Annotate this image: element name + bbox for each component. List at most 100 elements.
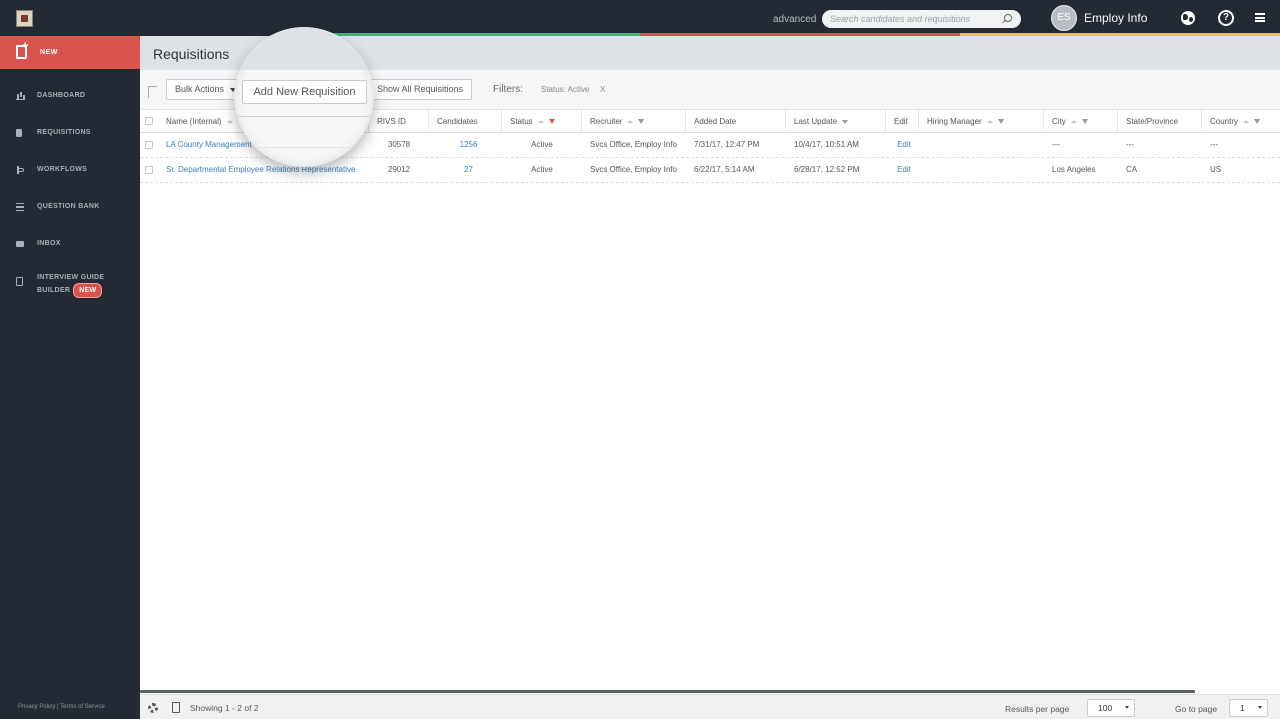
chevron-down-icon <box>1258 706 1262 709</box>
candidates-link[interactable]: 1256 <box>429 133 508 157</box>
showing-count: Showing 1 - 2 of 2 <box>190 703 259 713</box>
sidebar-item-inbox[interactable]: INBOX <box>0 234 140 256</box>
column-header-rivs-id[interactable]: RIVS ID <box>369 110 429 133</box>
column-header-last-update[interactable]: Last Update <box>786 110 886 133</box>
filters-label: Filters: <box>493 84 523 95</box>
filter-active-icon[interactable] <box>548 119 555 125</box>
add-new-requisition-button-magnified[interactable]: Add New Requisition <box>242 80 367 104</box>
recruiter-cell: Svcs Office, Employ Info <box>590 165 677 174</box>
new-button[interactable]: NEW <box>0 36 140 69</box>
filter-icon[interactable] <box>638 119 645 125</box>
show-all-label: Show All Requisitions <box>377 84 464 94</box>
recruiter-cell: Svcs Office, Employ Info <box>590 140 677 149</box>
horizontal-scrollbar[interactable] <box>140 690 1195 693</box>
results-per-page-select[interactable]: 100 <box>1087 699 1135 717</box>
column-label: Added Date <box>694 117 737 126</box>
state-cell: CA <box>1126 165 1138 174</box>
export-icon[interactable] <box>172 702 180 713</box>
column-label: City <box>1052 117 1066 126</box>
filter-icon[interactable] <box>997 119 1004 125</box>
last-update-cell: 6/28/17, 12:52 PM <box>794 165 860 174</box>
privacy-terms-links[interactable]: Privacy Policy | Terms of Service <box>18 704 105 710</box>
search-icon[interactable] <box>1004 14 1012 22</box>
sidebar-item-label: WORKFLOWS <box>37 166 88 173</box>
sort-icon <box>226 120 233 124</box>
document-icon <box>16 129 22 137</box>
go-to-page-select[interactable]: 1 <box>1229 699 1268 717</box>
column-header-recruiter[interactable]: Recruiter <box>582 110 686 133</box>
top-bar: advanced ES Employ Info ? <box>0 0 1280 36</box>
requisition-name-link[interactable]: Sr. Departmental Employee Relations Repr… <box>158 158 369 182</box>
go-to-page-value: 1 <box>1240 703 1245 713</box>
filter-icon[interactable] <box>1254 119 1261 125</box>
column-label: Candidates <box>437 117 478 126</box>
candidates-link[interactable]: 27 <box>429 158 508 182</box>
clipboard-icon <box>16 277 23 286</box>
sidebar-item-label: INBOX <box>37 240 61 247</box>
column-label: Last Update <box>794 117 838 126</box>
search-box[interactable] <box>822 10 1021 28</box>
filter-remove-button[interactable]: X <box>600 85 605 94</box>
workflow-icon <box>16 166 24 174</box>
rivs-id-cell: 29012 <box>387 165 411 174</box>
sidebar-item-label: INTERVIEW GUIDE <box>37 274 105 281</box>
sidebar-item-label: QUESTION BANK <box>37 203 100 210</box>
select-all-checkbox[interactable] <box>145 117 153 125</box>
column-header-country[interactable]: Country <box>1202 110 1280 133</box>
column-header-status[interactable]: Status <box>502 110 582 133</box>
show-all-requisitions-button[interactable]: Show All Requisitions <box>368 79 473 100</box>
sidebar-item-requisitions[interactable]: REQUISITIONS <box>0 123 140 145</box>
edit-link[interactable]: Edit <box>886 133 922 157</box>
column-header-candidates[interactable]: Candidates <box>429 110 502 133</box>
column-header-hiring-manager[interactable]: Hiring Manager <box>919 110 1044 133</box>
search-input[interactable] <box>830 12 1000 26</box>
column-header-state-province[interactable]: State/Province <box>1118 110 1202 133</box>
sidebar-item-interview-guide-builder[interactable]: INTERVIEW GUIDE BUILDER NEW <box>0 271 140 301</box>
sort-icon <box>986 120 993 124</box>
column-label: Recruiter <box>590 117 623 126</box>
added-date-cell: 6/22/17, 5:14 AM <box>694 165 755 174</box>
magnifier-highlight: Add New Requisition <box>234 27 374 167</box>
row-checkbox[interactable] <box>145 166 153 174</box>
status-cell: Active <box>531 140 553 149</box>
column-label: State/Province <box>1126 117 1179 126</box>
column-header-added-date[interactable]: Added Date <box>686 110 786 133</box>
select-arrow-icon <box>148 86 157 98</box>
column-label: Hiring Manager <box>927 117 982 126</box>
sort-descending-icon <box>842 119 849 124</box>
rivs-id-cell: 30578 <box>387 140 411 149</box>
hiring-manager-cell <box>919 133 1044 157</box>
sidebar-item-label-line2: BUILDER <box>37 287 71 294</box>
edit-link[interactable]: Edit <box>886 158 922 182</box>
user-name[interactable]: Employ Info <box>1084 11 1147 25</box>
filter-icon[interactable] <box>1081 119 1088 125</box>
results-per-page-value: 100 <box>1098 703 1113 713</box>
new-badge: NEW <box>73 283 103 298</box>
globe-icon[interactable] <box>1181 11 1195 25</box>
sidebar-item-question-bank[interactable]: QUESTION BANK <box>0 197 140 219</box>
page-title: Requisitions <box>153 46 230 62</box>
advanced-search-link[interactable]: advanced <box>773 14 816 25</box>
avatar[interactable]: ES <box>1051 5 1077 31</box>
sidebar-item-dashboard[interactable]: DASHBOARD <box>0 86 140 108</box>
menu-icon[interactable] <box>1255 13 1265 22</box>
gear-icon[interactable] <box>148 703 158 713</box>
city-cell: Los Angeles <box>1052 165 1096 174</box>
row-checkbox[interactable] <box>145 141 153 149</box>
sort-icon <box>627 120 634 124</box>
bar-chart-icon <box>16 92 24 100</box>
column-header-edit: Edit <box>886 110 919 133</box>
help-icon[interactable]: ? <box>1218 10 1234 26</box>
list-icon <box>16 203 24 211</box>
filter-chip-status: Status: Active <box>541 85 590 94</box>
last-update-cell: 10/4/17, 10:51 AM <box>794 140 859 149</box>
logo-icon[interactable] <box>16 10 33 27</box>
hiring-manager-cell <box>919 158 1044 182</box>
sort-icon <box>1070 120 1077 124</box>
sidebar-item-workflows[interactable]: WORKFLOWS <box>0 160 140 182</box>
column-header-city[interactable]: City <box>1044 110 1118 133</box>
bulk-actions-label: Bulk Actions <box>175 84 225 94</box>
sidebar-item-label-block: INTERVIEW GUIDE BUILDER NEW <box>37 272 104 298</box>
city-cell: --- <box>1052 140 1060 149</box>
column-label: Name (Internal) <box>166 117 222 126</box>
